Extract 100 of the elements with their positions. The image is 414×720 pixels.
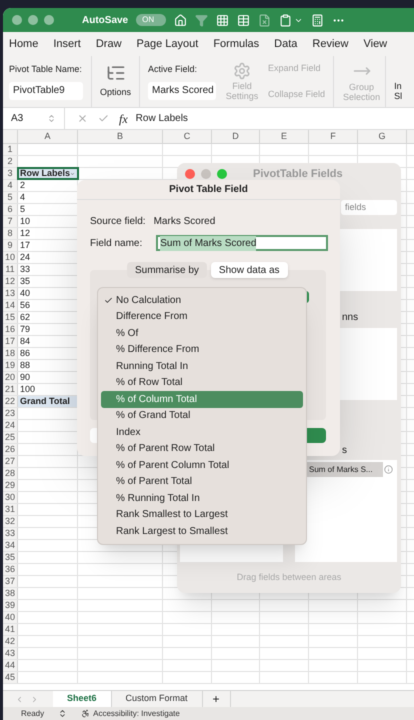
- confirm-icon[interactable]: [98, 113, 109, 124]
- row-number[interactable]: 13: [3, 288, 18, 299]
- info-icon[interactable]: [384, 465, 393, 474]
- row-number[interactable]: 3: [3, 168, 18, 179]
- value-field-chip[interactable]: Sum of Marks S...: [307, 462, 383, 477]
- grid-icon[interactable]: [216, 14, 230, 26]
- row-number[interactable]: 6: [3, 204, 18, 215]
- filter-icon[interactable]: [195, 14, 208, 26]
- menu-item[interactable]: % of Grand Total: [101, 408, 303, 424]
- row-number[interactable]: 42: [3, 636, 18, 647]
- row-number[interactable]: 37: [3, 576, 18, 587]
- previous-sheet-icon[interactable]: [15, 694, 24, 704]
- segment-tab[interactable]: Summarise by: [127, 262, 207, 278]
- menu-item[interactable]: % of Parent Total: [101, 474, 303, 490]
- menu-item[interactable]: Difference From: [101, 308, 303, 325]
- menu-item[interactable]: % Of: [101, 325, 303, 342]
- row-number[interactable]: 20: [3, 372, 18, 383]
- row-number[interactable]: 22: [3, 396, 18, 407]
- menu-item[interactable]: % of Parent Column Total: [101, 457, 303, 474]
- sheet-tab[interactable]: Sheet6: [53, 691, 112, 707]
- menu-item[interactable]: % of Parent Row Total: [101, 440, 303, 457]
- ribbon-tab[interactable]: View: [363, 36, 388, 52]
- menu-item[interactable]: Running Total In: [101, 358, 303, 374]
- cancel-icon[interactable]: [77, 113, 88, 124]
- row-number[interactable]: 29: [3, 480, 18, 491]
- column-header[interactable]: C: [163, 130, 212, 143]
- menu-item[interactable]: % of Row Total: [101, 374, 303, 391]
- menu-item[interactable]: % Running Total In: [101, 490, 303, 506]
- row-number[interactable]: 30: [3, 492, 18, 503]
- ribbon-tab[interactable]: Home: [9, 36, 38, 52]
- row-number[interactable]: 23: [3, 408, 18, 419]
- row-number[interactable]: 25: [3, 432, 18, 443]
- pivot-name-field[interactable]: PivotTable9: [9, 82, 83, 100]
- search-field[interactable]: fields: [341, 200, 397, 215]
- row-number[interactable]: 8: [3, 228, 18, 239]
- home-icon[interactable]: [174, 14, 188, 26]
- menu-item[interactable]: Rank Largest to Smallest: [101, 523, 303, 540]
- row-number[interactable]: 2: [3, 156, 18, 167]
- row-number[interactable]: 10: [3, 252, 18, 263]
- row-number[interactable]: 36: [3, 564, 18, 575]
- ribbon-tab[interactable]: Page Layout: [136, 36, 198, 52]
- column-header[interactable]: D: [212, 130, 260, 143]
- field-settings-icon[interactable]: [233, 62, 252, 80]
- column-header[interactable]: B: [78, 130, 163, 143]
- row-number[interactable]: 33: [3, 528, 18, 539]
- segment-tab[interactable]: Show data as: [210, 262, 288, 278]
- active-field-field[interactable]: Marks Scored: [148, 82, 216, 100]
- table-icon[interactable]: [237, 14, 250, 26]
- row-number[interactable]: 19: [3, 360, 18, 371]
- row-number[interactable]: 27: [3, 456, 18, 467]
- row-number[interactable]: 12: [3, 276, 18, 287]
- row-number[interactable]: 9: [3, 240, 18, 251]
- ribbon-tab[interactable]: Data: [274, 36, 298, 52]
- column-header[interactable]: A: [18, 130, 78, 143]
- accessibility-status[interactable]: Accessibility: Investigate: [93, 708, 180, 720]
- menu-item[interactable]: Rank Smallest to Largest: [101, 506, 303, 523]
- row-number[interactable]: 18: [3, 348, 18, 359]
- row-number[interactable]: 44: [3, 660, 18, 671]
- name-box[interactable]: A3: [3, 108, 65, 129]
- row-number[interactable]: 32: [3, 516, 18, 527]
- row-number[interactable]: 24: [3, 420, 18, 431]
- calculator-icon[interactable]: [311, 14, 324, 26]
- row-number[interactable]: 14: [3, 300, 18, 311]
- row-number[interactable]: 7: [3, 216, 18, 227]
- row-number[interactable]: 38: [3, 588, 18, 599]
- row-number[interactable]: 39: [3, 600, 18, 611]
- ribbon-tab[interactable]: Insert: [53, 36, 81, 52]
- row-number[interactable]: 28: [3, 468, 18, 479]
- row-number[interactable]: 43: [3, 648, 18, 659]
- row-number[interactable]: 1: [3, 144, 18, 155]
- row-number[interactable]: 11: [3, 264, 18, 275]
- ribbon-tab[interactable]: Formulas: [213, 36, 260, 52]
- row-number[interactable]: 34: [3, 540, 18, 551]
- row-number[interactable]: 16: [3, 324, 18, 335]
- row-number[interactable]: 15: [3, 312, 18, 323]
- row-number[interactable]: 40: [3, 612, 18, 623]
- function-button[interactable]: fx: [119, 110, 128, 128]
- ribbon-tab[interactable]: Review: [312, 36, 348, 52]
- row-number[interactable]: 45: [3, 672, 18, 683]
- menu-item[interactable]: No Calculation: [101, 292, 303, 308]
- menu-item[interactable]: % Difference From: [101, 342, 303, 358]
- row-number[interactable]: 35: [3, 552, 18, 563]
- row-number[interactable]: 17: [3, 336, 18, 347]
- column-header[interactable]: F: [309, 130, 358, 143]
- column-header[interactable]: E: [260, 130, 309, 143]
- formula-content[interactable]: Row Labels: [136, 111, 188, 126]
- row-number[interactable]: 21: [3, 384, 18, 395]
- next-sheet-icon[interactable]: [30, 694, 39, 704]
- row-number[interactable]: 31: [3, 504, 18, 515]
- row-number[interactable]: 5: [3, 192, 18, 203]
- ribbon-tab[interactable]: Draw: [96, 36, 122, 52]
- column-header[interactable]: G: [358, 130, 407, 143]
- field-name-input[interactable]: Sum of Marks Scored: [156, 235, 328, 251]
- accessibility-icon[interactable]: [81, 709, 90, 718]
- row-number[interactable]: 41: [3, 624, 18, 635]
- menu-item[interactable]: % of Column Total: [101, 391, 303, 408]
- clipboard-icon[interactable]: [279, 14, 292, 26]
- row-number[interactable]: 26: [3, 444, 18, 455]
- menu-item[interactable]: Index: [101, 424, 303, 440]
- options-button[interactable]: Options: [100, 86, 132, 100]
